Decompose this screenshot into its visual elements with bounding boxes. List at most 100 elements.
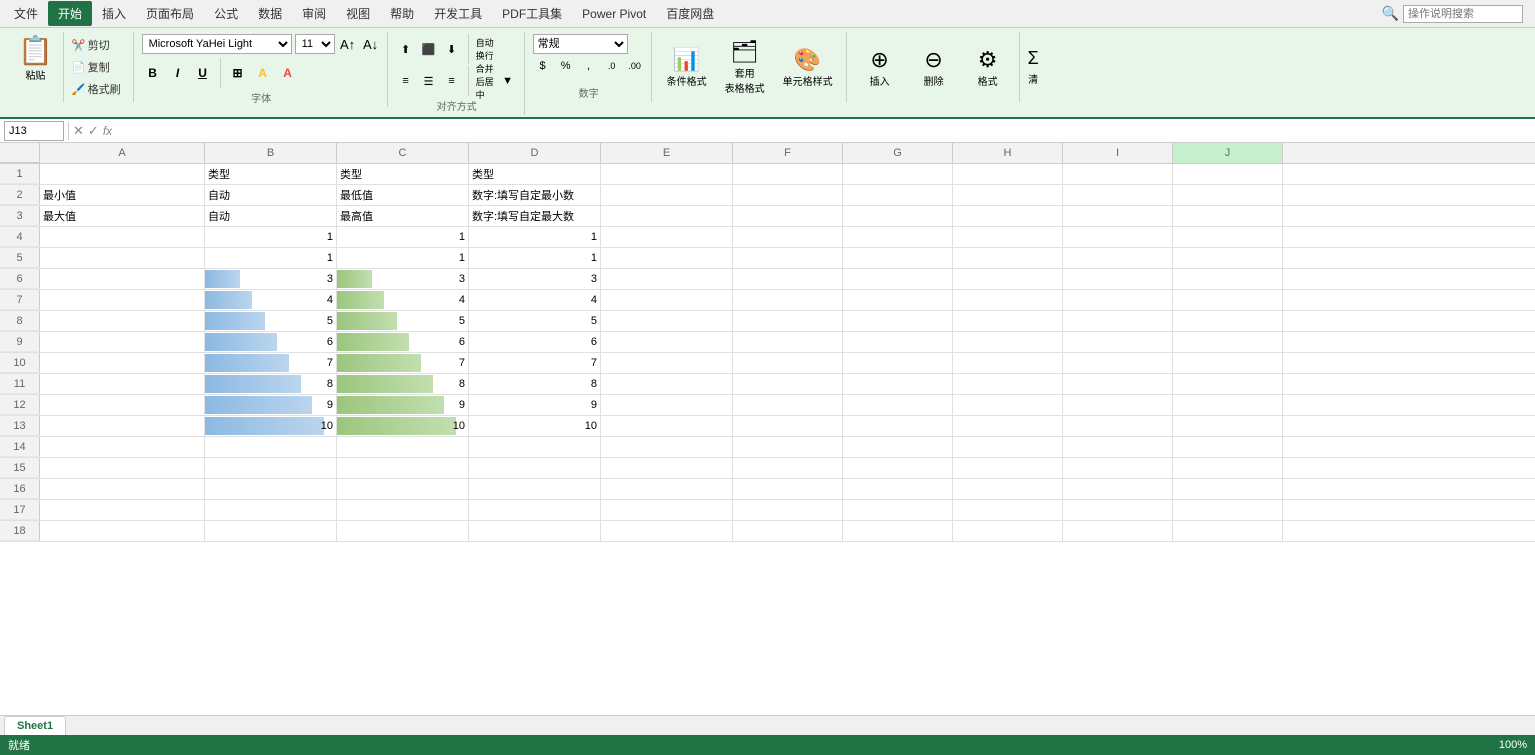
list-item[interactable] bbox=[733, 500, 843, 520]
list-item[interactable]: 自动 bbox=[205, 206, 337, 226]
list-item[interactable] bbox=[1063, 500, 1173, 520]
row-number[interactable]: 3 bbox=[0, 206, 40, 226]
list-item[interactable] bbox=[1063, 206, 1173, 226]
row-number[interactable]: 15 bbox=[0, 458, 40, 478]
list-item[interactable]: 9 bbox=[337, 395, 469, 415]
list-item[interactable] bbox=[953, 395, 1063, 415]
list-item[interactable] bbox=[40, 458, 205, 478]
copy-button[interactable]: 📄 复制 bbox=[68, 57, 125, 77]
list-item[interactable] bbox=[601, 311, 733, 331]
list-item[interactable] bbox=[601, 521, 733, 541]
col-header-A[interactable]: A bbox=[40, 143, 205, 163]
merge-center-button[interactable]: 合并后居中 bbox=[475, 71, 495, 91]
list-item[interactable] bbox=[40, 479, 205, 499]
menu-insert[interactable]: 插入 bbox=[92, 1, 136, 26]
list-item[interactable] bbox=[601, 269, 733, 289]
list-item[interactable] bbox=[733, 395, 843, 415]
list-item[interactable] bbox=[40, 416, 205, 436]
list-item[interactable]: 1 bbox=[337, 227, 469, 247]
list-item[interactable] bbox=[733, 458, 843, 478]
list-item[interactable] bbox=[843, 311, 953, 331]
list-item[interactable] bbox=[843, 164, 953, 184]
list-item[interactable]: 1 bbox=[205, 227, 337, 247]
col-header-G[interactable]: G bbox=[843, 143, 953, 163]
list-item[interactable] bbox=[953, 290, 1063, 310]
insert-button[interactable]: ⊕ 插入 bbox=[855, 35, 905, 99]
list-item[interactable] bbox=[40, 311, 205, 331]
list-item[interactable]: 1 bbox=[337, 248, 469, 268]
menu-pdf[interactable]: PDF工具集 bbox=[492, 1, 572, 26]
list-item[interactable]: 最大值 bbox=[40, 206, 205, 226]
list-item[interactable]: 最小值 bbox=[40, 185, 205, 205]
list-item[interactable] bbox=[1173, 227, 1283, 247]
col-header-J[interactable]: J bbox=[1173, 143, 1283, 163]
list-item[interactable] bbox=[1063, 416, 1173, 436]
list-item[interactable]: 10 bbox=[469, 416, 601, 436]
list-item[interactable]: 1 bbox=[469, 227, 601, 247]
list-item[interactable] bbox=[601, 290, 733, 310]
list-item[interactable] bbox=[953, 164, 1063, 184]
row-number[interactable]: 5 bbox=[0, 248, 40, 268]
list-item[interactable] bbox=[953, 521, 1063, 541]
cell-style-button[interactable]: 🎨 单元格样式 bbox=[776, 35, 840, 99]
list-item[interactable] bbox=[469, 500, 601, 520]
row-number[interactable]: 9 bbox=[0, 332, 40, 352]
list-item[interactable] bbox=[953, 206, 1063, 226]
list-item[interactable]: 8 bbox=[337, 374, 469, 394]
menu-home[interactable]: 开始 bbox=[48, 1, 92, 26]
row-number[interactable]: 17 bbox=[0, 500, 40, 520]
list-item[interactable] bbox=[1173, 521, 1283, 541]
list-item[interactable] bbox=[40, 248, 205, 268]
list-item[interactable] bbox=[1063, 521, 1173, 541]
list-item[interactable] bbox=[337, 521, 469, 541]
list-item[interactable] bbox=[205, 500, 337, 520]
list-item[interactable] bbox=[1063, 458, 1173, 478]
list-item[interactable]: 类型 bbox=[205, 164, 337, 184]
row-number[interactable]: 13 bbox=[0, 416, 40, 436]
font-color-button[interactable]: A bbox=[277, 63, 299, 83]
list-item[interactable] bbox=[953, 353, 1063, 373]
list-item[interactable]: 3 bbox=[337, 269, 469, 289]
italic-button[interactable]: I bbox=[167, 63, 189, 83]
list-item[interactable]: 最低值 bbox=[337, 185, 469, 205]
formula-input[interactable] bbox=[116, 121, 1531, 141]
list-item[interactable] bbox=[601, 458, 733, 478]
list-item[interactable] bbox=[601, 185, 733, 205]
list-item[interactable] bbox=[40, 395, 205, 415]
menu-power-pivot[interactable]: Power Pivot bbox=[572, 3, 656, 25]
decrease-decimal-button[interactable]: .00 bbox=[625, 56, 645, 76]
underline-button[interactable]: U bbox=[192, 63, 214, 83]
list-item[interactable]: 7 bbox=[337, 353, 469, 373]
list-item[interactable]: 8 bbox=[469, 374, 601, 394]
menu-review[interactable]: 审阅 bbox=[292, 1, 336, 26]
col-header-D[interactable]: D bbox=[469, 143, 601, 163]
list-item[interactable] bbox=[843, 479, 953, 499]
col-header-H[interactable]: H bbox=[953, 143, 1063, 163]
border-button[interactable]: ⊞ bbox=[227, 63, 249, 83]
list-item[interactable] bbox=[1063, 395, 1173, 415]
menu-page-layout[interactable]: 页面布局 bbox=[136, 1, 204, 26]
list-item[interactable]: 7 bbox=[205, 353, 337, 373]
list-item[interactable]: 7 bbox=[469, 353, 601, 373]
currency-button[interactable]: $ bbox=[533, 56, 553, 76]
list-item[interactable] bbox=[205, 521, 337, 541]
menu-file[interactable]: 文件 bbox=[4, 1, 48, 26]
list-item[interactable] bbox=[843, 395, 953, 415]
list-item[interactable] bbox=[601, 416, 733, 436]
row-number[interactable]: 16 bbox=[0, 479, 40, 499]
list-item[interactable] bbox=[1063, 311, 1173, 331]
list-item[interactable]: 10 bbox=[337, 416, 469, 436]
font-size-select[interactable]: 11 bbox=[295, 34, 335, 54]
list-item[interactable] bbox=[733, 185, 843, 205]
number-format-select[interactable]: 常规 bbox=[533, 34, 628, 54]
list-item[interactable]: 4 bbox=[205, 290, 337, 310]
list-item[interactable]: 5 bbox=[469, 311, 601, 331]
list-item[interactable] bbox=[205, 437, 337, 457]
list-item[interactable] bbox=[953, 248, 1063, 268]
list-item[interactable] bbox=[1063, 374, 1173, 394]
list-item[interactable]: 9 bbox=[469, 395, 601, 415]
list-item[interactable] bbox=[1063, 248, 1173, 268]
list-item[interactable]: 4 bbox=[469, 290, 601, 310]
comma-button[interactable]: , bbox=[579, 56, 599, 76]
menu-help[interactable]: 帮助 bbox=[380, 1, 424, 26]
